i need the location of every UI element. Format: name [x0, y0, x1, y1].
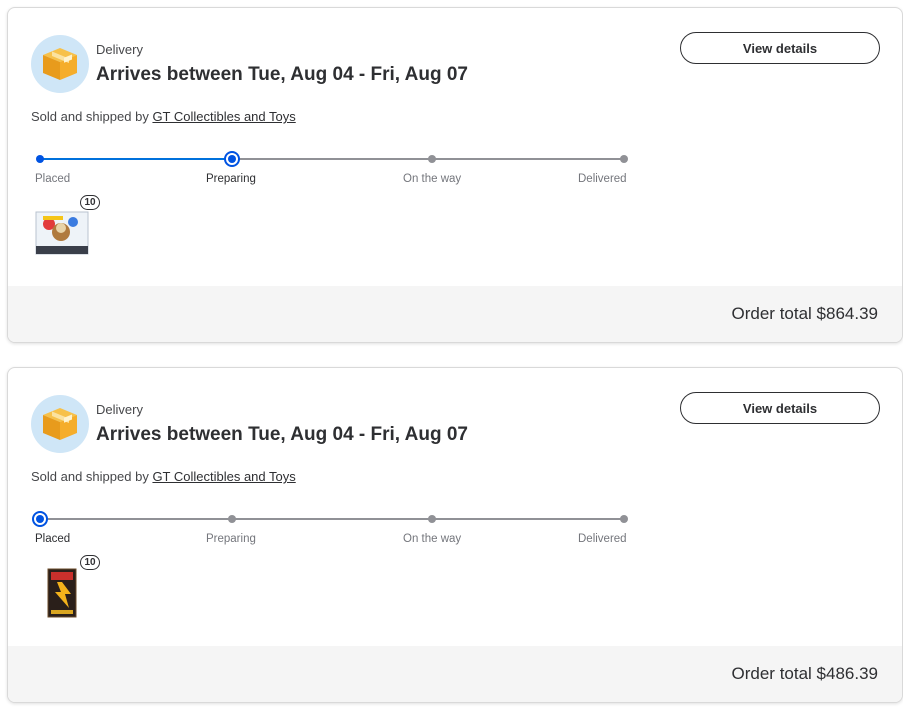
product-thumbnail[interactable] — [35, 208, 89, 258]
step-dot-on-the-way — [428, 155, 436, 163]
step-dot-on-the-way — [428, 515, 436, 523]
progress-track — [40, 518, 624, 520]
order-total: Order total $864.39 — [731, 304, 878, 323]
quantity-badge: 10 — [80, 555, 100, 570]
delivery-label: Delivery — [96, 42, 143, 57]
step-dot-delivered — [620, 155, 628, 163]
step-label-placed: Placed — [35, 533, 71, 545]
order-footer: Order total $864.39 — [8, 286, 902, 342]
sold-by-text: Sold and shipped by GT Collectibles and … — [31, 469, 296, 484]
delivery-label: Delivery — [96, 402, 143, 417]
order-total: Order total $486.39 — [731, 664, 878, 683]
step-label-on-the-way: On the way — [403, 533, 462, 545]
step-dot-preparing — [228, 515, 236, 523]
step-dot-placed — [32, 511, 48, 527]
step-dot-preparing — [224, 151, 240, 167]
progress-fill — [40, 158, 232, 160]
trading-card-booster-box-icon — [47, 568, 77, 618]
arrival-window: Arrives between Tue, Aug 04 - Fri, Aug 0… — [96, 424, 468, 445]
delivery-box-icon — [31, 35, 89, 93]
order-footer: Order total $486.39 — [8, 646, 902, 702]
step-label-placed: Placed — [35, 173, 71, 185]
order-card: Delivery Arrives between Tue, Aug 04 - F… — [7, 7, 903, 343]
step-label-delivered: Delivered — [578, 173, 627, 185]
step-label-delivered: Delivered — [578, 533, 627, 545]
quantity-badge: 10 — [80, 195, 100, 210]
step-dot-delivered — [620, 515, 628, 523]
seller-link[interactable]: GT Collectibles and Toys — [152, 109, 295, 124]
sold-by-prefix: Sold and shipped by — [31, 469, 153, 484]
delivery-box-icon — [31, 395, 89, 453]
sold-by-text: Sold and shipped by GT Collectibles and … — [31, 109, 296, 124]
seller-link[interactable]: GT Collectibles and Toys — [152, 469, 295, 484]
step-label-on-the-way: On the way — [403, 173, 462, 185]
view-details-button[interactable]: View details — [680, 32, 880, 64]
order-card: Delivery Arrives between Tue, Aug 04 - F… — [7, 367, 903, 703]
step-label-preparing: Preparing — [206, 533, 256, 545]
step-label-preparing: Preparing — [206, 173, 256, 185]
trading-card-box-eevee-icon — [35, 211, 89, 255]
sold-by-prefix: Sold and shipped by — [31, 109, 153, 124]
product-thumbnail[interactable] — [35, 568, 89, 618]
arrival-window: Arrives between Tue, Aug 04 - Fri, Aug 0… — [96, 64, 468, 85]
step-dot-placed — [36, 155, 44, 163]
view-details-button[interactable]: View details — [680, 392, 880, 424]
